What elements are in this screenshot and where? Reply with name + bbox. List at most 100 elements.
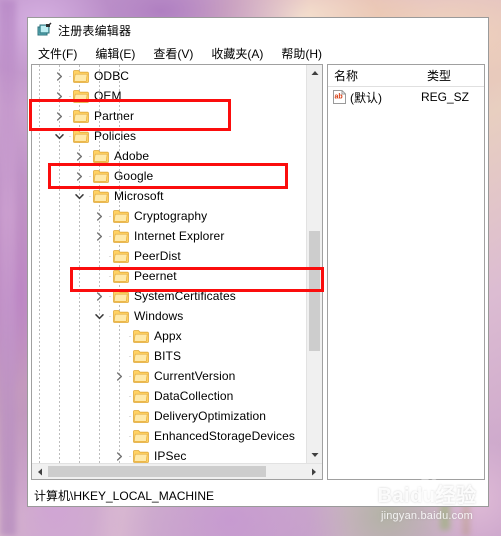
- scroll-right-arrow-icon[interactable]: [306, 464, 322, 479]
- tree-node-bits[interactable]: · BITS: [32, 346, 306, 366]
- menu-view[interactable]: 查看(V): [151, 44, 195, 63]
- tree-node-systemcertificates[interactable]: · SystemCertificates: [32, 286, 306, 306]
- chevron-right-icon[interactable]: [112, 446, 127, 463]
- menu-bar: 文件(F) 编辑(E) 查看(V) 收藏夹(A) 帮助(H): [28, 42, 488, 64]
- folder-icon: [133, 369, 149, 383]
- tree-node-enhancedstoragedevices[interactable]: · EnhancedStorageDevices: [32, 426, 306, 446]
- tree-node-policies[interactable]: · Policies: [32, 126, 306, 146]
- scroll-left-arrow-icon[interactable]: [32, 464, 48, 479]
- values-column-header: 名称 类型: [328, 65, 484, 87]
- folder-icon: [133, 349, 149, 363]
- tree-node-odbc[interactable]: · ODBC: [32, 66, 306, 86]
- chevron-right-icon[interactable]: [112, 366, 127, 386]
- menu-help[interactable]: 帮助(H): [279, 44, 324, 63]
- tree-node-partner[interactable]: · Partner: [32, 106, 306, 126]
- tree-scroll-thumb[interactable]: [309, 231, 320, 351]
- chevron-right-icon[interactable]: [52, 106, 67, 126]
- chevron-right-icon[interactable]: [52, 86, 67, 106]
- tree-node-ipsec[interactable]: · IPSec: [32, 446, 306, 463]
- tree-node-label: ODBC: [94, 69, 130, 83]
- tree-node-label: Windows: [134, 309, 184, 323]
- tree-node-label: DataCollection: [154, 389, 234, 403]
- tree-node-cryptography[interactable]: · Cryptography: [32, 206, 306, 226]
- tree-node-google[interactable]: · Google: [32, 166, 306, 186]
- tree-scroll-track[interactable]: [307, 81, 322, 447]
- tree-node-appx[interactable]: · Appx: [32, 326, 306, 346]
- tree-horizontal-scrollbar[interactable]: [32, 463, 322, 479]
- ab-string-icon: ab: [333, 90, 346, 104]
- title-bar: 注册表编辑器: [28, 18, 488, 42]
- folder-icon: [113, 209, 129, 223]
- tree-node-label: DeliveryOptimization: [154, 409, 267, 423]
- tree-node-label: Cryptography: [134, 209, 208, 223]
- menu-edit[interactable]: 编辑(E): [93, 44, 137, 63]
- tree-node-datacollection[interactable]: · DataCollection: [32, 386, 306, 406]
- chevron-right-icon[interactable]: [72, 146, 87, 166]
- window-title: 注册表编辑器: [58, 23, 132, 38]
- folder-icon: [113, 269, 129, 283]
- chevron-down-icon[interactable]: [52, 126, 67, 146]
- tree-hscroll-thumb[interactable]: [48, 466, 266, 477]
- menu-favorites[interactable]: 收藏夹(A): [209, 44, 265, 63]
- tree-node-adobe[interactable]: · Adobe: [32, 146, 306, 166]
- tree-scroll-area: · ODBC · OEM · Partner · Policies · Adobe · Google ·…: [32, 65, 322, 463]
- menu-file[interactable]: 文件(F): [36, 44, 79, 63]
- chevron-right-icon[interactable]: [92, 226, 107, 246]
- values-list[interactable]: ab (默认) REG_SZ: [328, 87, 484, 479]
- tree-node-label: Microsoft: [114, 189, 164, 203]
- tree-hscroll-track[interactable]: [48, 464, 306, 479]
- chevron-right-icon[interactable]: [92, 286, 107, 306]
- folder-icon: [73, 69, 89, 83]
- tree-node-label: CurrentVersion: [154, 369, 236, 383]
- scroll-up-arrow-icon[interactable]: [307, 65, 322, 81]
- tree-node-internet-explorer[interactable]: · Internet Explorer: [32, 226, 306, 246]
- chevron-right-icon[interactable]: [52, 66, 67, 86]
- tree-node-currentversion[interactable]: · CurrentVersion: [32, 366, 306, 386]
- chevron-down-icon[interactable]: [72, 186, 87, 206]
- registry-key-tree[interactable]: · ODBC · OEM · Partner · Policies · Adobe · Google ·…: [32, 65, 306, 463]
- registry-editor-window: 注册表编辑器 文件(F) 编辑(E) 查看(V) 收藏夹(A) 帮助(H) · O…: [27, 17, 489, 507]
- value-row[interactable]: ab (默认) REG_SZ: [328, 87, 484, 107]
- tree-node-windows[interactable]: · Windows: [32, 306, 306, 326]
- column-header-type[interactable]: 类型: [421, 65, 481, 86]
- folder-icon: [93, 189, 109, 203]
- tree-node-label: Internet Explorer: [134, 229, 225, 243]
- tree-node-peerdist[interactable]: · PeerDist: [32, 246, 306, 266]
- tree-node-microsoft[interactable]: · Microsoft: [32, 186, 306, 206]
- tree-node-oem[interactable]: · OEM: [32, 86, 306, 106]
- folder-icon: [133, 409, 149, 423]
- tree-node-peernet[interactable]: · Peernet: [32, 266, 306, 286]
- folder-icon: [113, 229, 129, 243]
- chevron-right-icon[interactable]: [92, 206, 107, 226]
- chevron-down-icon[interactable]: [92, 306, 107, 326]
- scroll-down-arrow-icon[interactable]: [307, 447, 322, 463]
- tree-node-label: IPSec: [154, 449, 187, 463]
- value-name-cell: ab (默认): [328, 89, 421, 106]
- chevron-right-icon[interactable]: [72, 166, 87, 186]
- tree-vertical-scrollbar[interactable]: [306, 65, 322, 463]
- tree-node-deliveryoptimization[interactable]: · DeliveryOptimization: [32, 406, 306, 426]
- registry-values-pane: 名称 类型 ab (默认) REG_SZ: [327, 64, 485, 480]
- tree-node-label: OEM: [94, 89, 122, 103]
- column-header-name[interactable]: 名称: [328, 65, 421, 86]
- folder-icon: [113, 309, 129, 323]
- wallpaper-streak: [0, 0, 16, 536]
- tree-node-label: Appx: [154, 329, 182, 343]
